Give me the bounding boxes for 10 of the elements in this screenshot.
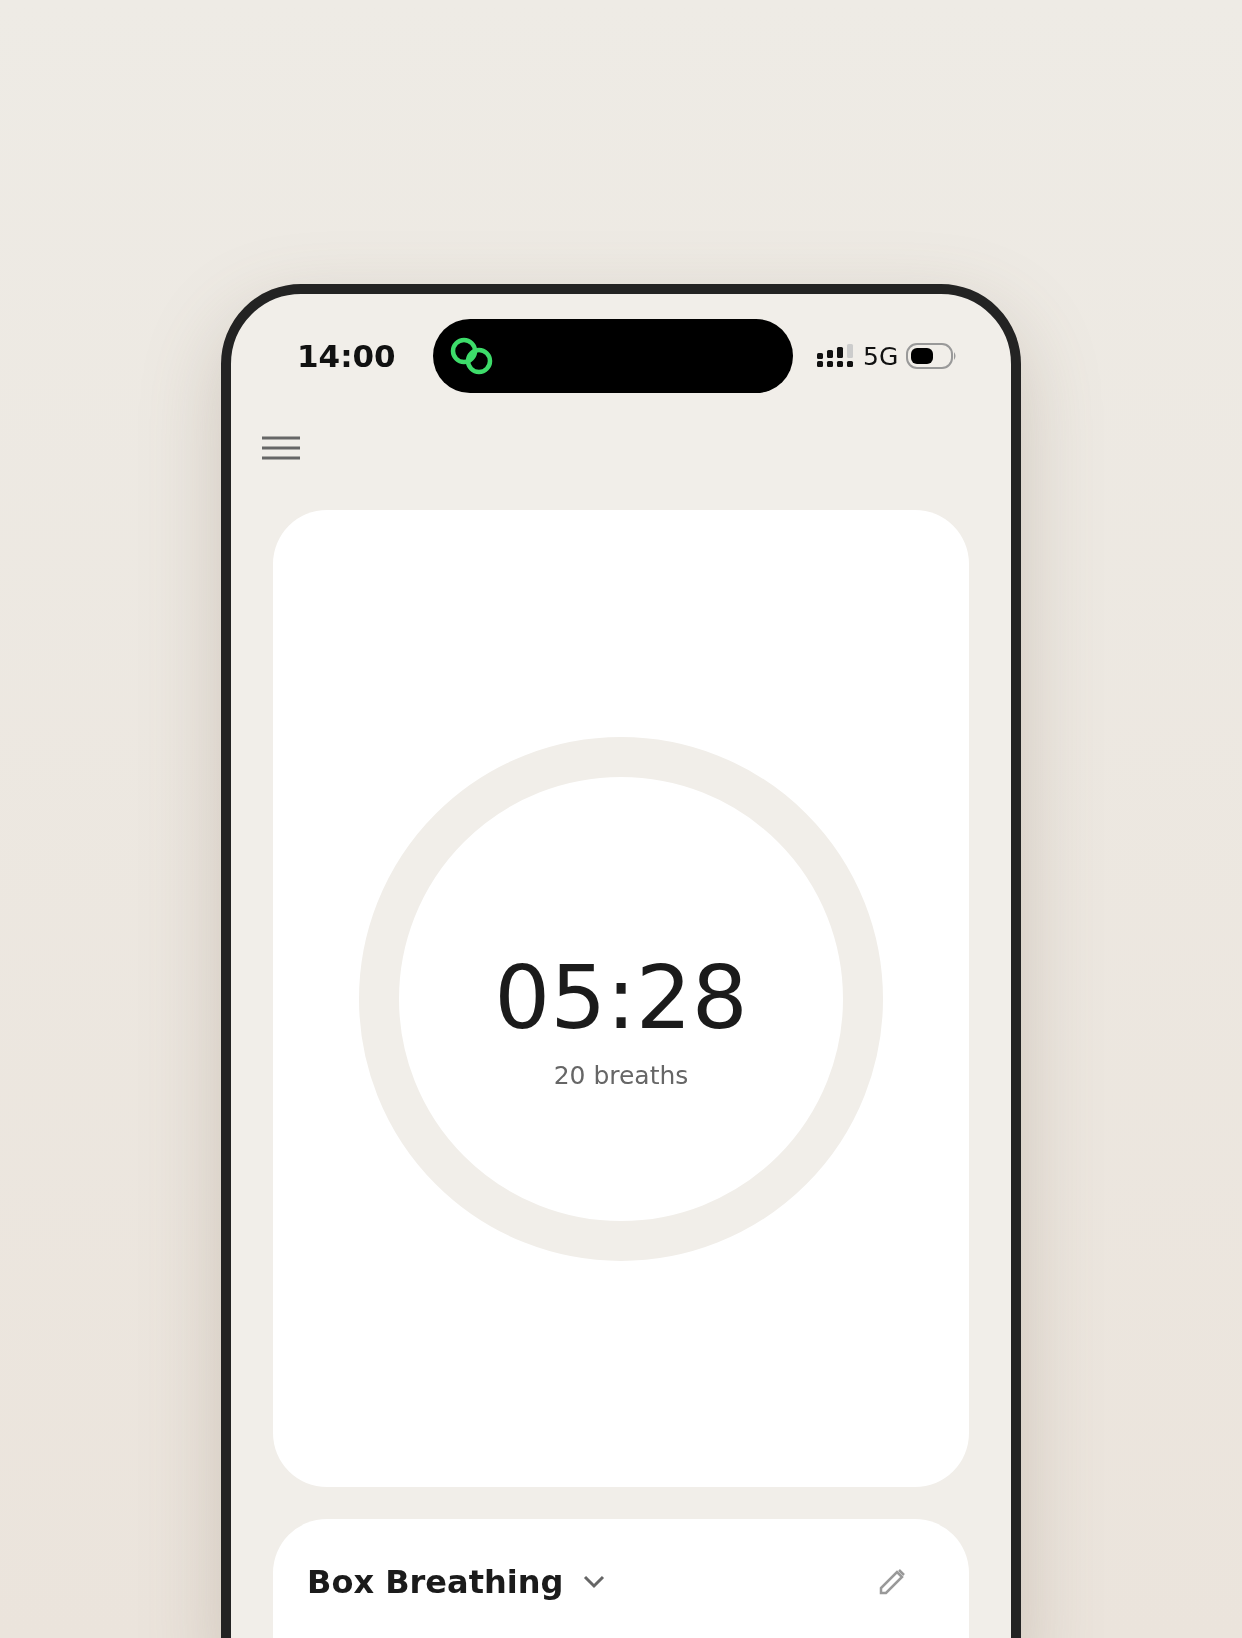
timer-display: 05:28 (494, 945, 748, 1049)
chevron-down-icon (583, 1575, 606, 1589)
signal-icon (817, 344, 855, 368)
menu-icon[interactable] (262, 436, 300, 460)
breath-count: 20 breaths (553, 1060, 689, 1090)
link-icon (449, 336, 495, 376)
pencil-icon[interactable] (877, 1567, 907, 1597)
network-label: 5G (863, 341, 899, 371)
exercise-selector[interactable]: Box Breathing (307, 1563, 606, 1601)
status-time: 14:00 (297, 338, 397, 374)
